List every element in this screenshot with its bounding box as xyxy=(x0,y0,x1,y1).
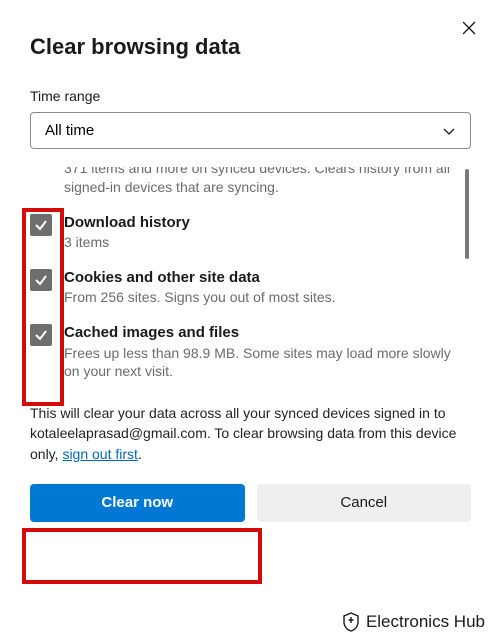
checkbox-cookies[interactable] xyxy=(30,269,52,291)
item-desc: 3 items xyxy=(64,233,459,252)
item-desc: 371 items and more on synced devices. Cl… xyxy=(64,167,459,197)
check-icon xyxy=(34,218,48,232)
item-desc: From 256 sites. Signs you out of most si… xyxy=(64,288,459,307)
item-download-history: Download history 3 items xyxy=(30,213,459,252)
time-range-label: Time range xyxy=(30,88,471,104)
checkbox-download-history[interactable] xyxy=(30,214,52,236)
clear-browsing-data-dialog: Clear browsing data Time range All time … xyxy=(0,0,501,642)
item-title: Download history xyxy=(64,213,459,233)
dialog-buttons: Clear now Cancel xyxy=(30,484,471,522)
sign-out-link[interactable]: sign out first xyxy=(62,446,137,462)
chevron-down-icon xyxy=(442,124,456,138)
items-scroll-area: Browsing history 371 items and more on s… xyxy=(30,167,471,385)
sync-notice: This will clear your data across all you… xyxy=(30,403,471,464)
notice-text: . xyxy=(138,446,142,462)
item-desc: Frees up less than 98.9 MB. Some sites m… xyxy=(64,344,459,382)
close-icon xyxy=(462,21,476,35)
notice-text: This will clear your data across all you… xyxy=(30,405,446,421)
watermark: Electronics Hub xyxy=(342,612,485,632)
clear-now-button[interactable]: Clear now xyxy=(30,484,245,522)
check-icon xyxy=(34,328,48,342)
item-cookies: Cookies and other site data From 256 sit… xyxy=(30,268,459,307)
shield-icon xyxy=(342,612,360,632)
checkbox-cached[interactable] xyxy=(30,324,52,346)
scrollbar-thumb[interactable] xyxy=(465,169,469,259)
close-button[interactable] xyxy=(459,18,479,38)
dialog-title: Clear browsing data xyxy=(30,34,471,60)
item-cached: Cached images and files Frees up less th… xyxy=(30,323,459,381)
time-range-select[interactable]: All time xyxy=(30,112,471,149)
item-title: Cached images and files xyxy=(64,323,459,343)
time-range-value: All time xyxy=(45,122,94,139)
notice-email: kotaleelaprasad@gmail.com xyxy=(30,425,207,441)
item-browsing-history: Browsing history 371 items and more on s… xyxy=(30,167,459,197)
cancel-button[interactable]: Cancel xyxy=(257,484,472,522)
item-title: Cookies and other site data xyxy=(64,268,459,288)
watermark-text: Electronics Hub xyxy=(366,612,485,632)
check-icon xyxy=(34,273,48,287)
